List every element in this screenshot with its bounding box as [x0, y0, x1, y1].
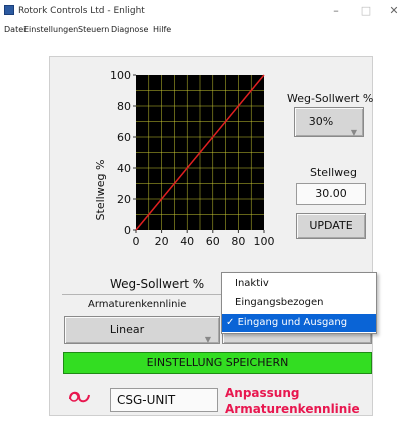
- x-tick-label: 40: [180, 235, 194, 248]
- curve-select[interactable]: Linear ▼: [64, 316, 220, 344]
- y-tick-label: 20: [117, 193, 131, 206]
- chevron-down-icon: ▼: [350, 128, 357, 137]
- y-tick-label: 60: [117, 131, 131, 144]
- unit-name-field: CSG-UNIT: [110, 388, 218, 412]
- mode-dropdown[interactable]: Inaktiv Eingangsbezogen ✓ Eingang und Au…: [221, 272, 377, 334]
- curve-label: Armaturenkennlinie: [88, 299, 187, 310]
- check-icon: ✓: [226, 317, 235, 328]
- divider: [62, 294, 222, 295]
- travel-field: 30.00: [296, 183, 366, 205]
- rotork-logo-icon: [69, 391, 90, 403]
- chevron-down-icon: ▼: [204, 335, 211, 344]
- x-tick-label: 20: [155, 235, 169, 248]
- travel-label: Stellweg: [310, 166, 357, 179]
- screen-title-line1: Anpassung: [225, 386, 300, 400]
- x-tick-label: 80: [231, 235, 245, 248]
- setpoint-label: Weg-Sollwert %: [287, 92, 374, 105]
- setpoint-select[interactable]: 30% ▼: [294, 107, 364, 137]
- chart-y-axis-label: Stellweg %: [94, 160, 107, 221]
- curve-value: Linear: [109, 323, 145, 336]
- y-tick-label: 100: [110, 69, 131, 82]
- update-button[interactable]: UPDATE: [296, 213, 366, 239]
- y-tick-label: 40: [117, 162, 131, 175]
- screen-title-line2: Armaturenkennlinie: [225, 402, 360, 416]
- x-tick-label: 100: [254, 235, 275, 248]
- save-settings-button[interactable]: EINSTELLUNG SPEICHERN: [63, 352, 372, 374]
- setpoint-tab-label: Weg-Sollwert %: [110, 277, 205, 291]
- setpoint-value: 30%: [308, 115, 334, 128]
- dropdown-option-eingang-und-ausgang[interactable]: ✓ Eingang und Ausgang: [222, 314, 376, 332]
- x-tick-label: 0: [133, 235, 140, 248]
- dropdown-option-inaktiv[interactable]: Inaktiv: [222, 275, 376, 293]
- y-tick-label: 80: [117, 100, 131, 113]
- dropdown-option-eingangsbezogen[interactable]: Eingangsbezogen: [222, 294, 376, 312]
- y-tick-label: 0: [124, 224, 131, 237]
- x-tick-label: 60: [206, 235, 220, 248]
